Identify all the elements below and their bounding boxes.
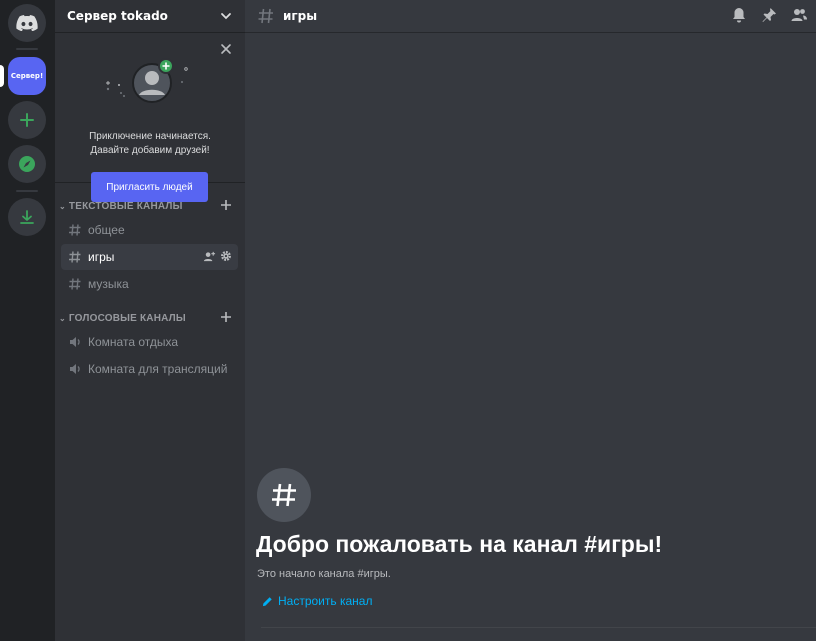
category-label: ТЕКСТОВЫЕ КАНАЛЫ bbox=[68, 200, 183, 212]
channel-name: Комната отдыха bbox=[88, 335, 178, 349]
plus-icon bbox=[20, 113, 34, 127]
edit-channel-label: Настроить канал bbox=[278, 594, 373, 608]
channel-item-general[interactable]: общее bbox=[61, 217, 238, 243]
message-divider bbox=[261, 627, 816, 628]
welcome-hash-badge bbox=[257, 468, 311, 522]
invite-message: Приключение начинается. Давайте добавим … bbox=[55, 130, 245, 158]
voice-channel-streams[interactable]: Комната для трансляций bbox=[61, 356, 238, 382]
server-icon-tokado[interactable]: Сервер! bbox=[8, 57, 46, 95]
rail-separator bbox=[16, 48, 38, 50]
server-rail: Сервер! bbox=[0, 0, 55, 641]
hash-icon bbox=[69, 278, 81, 290]
channel-item-games[interactable]: игры bbox=[61, 244, 238, 270]
hash-icon bbox=[258, 8, 273, 24]
compass-icon bbox=[19, 156, 35, 172]
channel-name: музыка bbox=[88, 277, 129, 291]
chevron-down-icon bbox=[221, 13, 231, 20]
server-short-name: Сервер! bbox=[10, 72, 44, 80]
hash-icon bbox=[69, 224, 81, 236]
channel-name: Комната для трансляций bbox=[88, 362, 228, 376]
download-apps-button[interactable] bbox=[8, 198, 46, 236]
hash-icon bbox=[272, 483, 296, 507]
chevron-down-icon: ⌄ bbox=[59, 201, 66, 211]
channel-sidebar: Сервер tokado Приключение начинается. Да… bbox=[55, 0, 245, 641]
voice-channel-lounge[interactable]: Комната отдыха bbox=[61, 329, 238, 355]
channel-name: общее bbox=[88, 223, 125, 237]
channel-title: игры bbox=[283, 9, 318, 23]
invite-user-icon[interactable] bbox=[203, 250, 216, 263]
server-name: Сервер tokado bbox=[67, 9, 168, 23]
bell-icon[interactable] bbox=[730, 6, 748, 24]
active-server-indicator bbox=[0, 65, 4, 87]
channel-tools bbox=[203, 250, 232, 263]
gear-icon[interactable] bbox=[220, 250, 232, 262]
speaker-icon bbox=[70, 364, 80, 374]
add-server-button[interactable] bbox=[8, 101, 46, 139]
header-toolbar bbox=[730, 6, 808, 24]
channel-name: игры bbox=[88, 250, 115, 264]
create-channel-plus-icon[interactable] bbox=[219, 198, 233, 212]
pencil-icon bbox=[262, 596, 272, 606]
invite-panel: Приключение начинается. Давайте добавим … bbox=[55, 33, 245, 202]
hash-icon bbox=[69, 251, 81, 263]
chevron-down-icon: ⌄ bbox=[59, 313, 66, 323]
discord-logo-icon bbox=[16, 15, 38, 31]
member-list-icon[interactable] bbox=[790, 6, 808, 24]
invite-line-1: Приключение начинается. bbox=[89, 131, 211, 142]
server-header[interactable]: Сервер tokado bbox=[55, 0, 245, 33]
category-voice-channels[interactable]: ⌄ ГОЛОСОВЫЕ КАНАЛЫ bbox=[55, 310, 245, 326]
home-button[interactable] bbox=[8, 4, 46, 42]
chat-area: игры Добро пожаловать на канал #игры! Эт… bbox=[245, 0, 816, 641]
edit-channel-link[interactable]: Настроить канал bbox=[262, 594, 372, 608]
channel-header: игры bbox=[245, 0, 816, 33]
explore-servers-button[interactable] bbox=[8, 145, 46, 183]
category-text-channels[interactable]: ⌄ ТЕКСТОВЫЕ КАНАЛЫ bbox=[55, 198, 245, 214]
welcome-subtitle: Это начало канала #игры. bbox=[257, 568, 391, 580]
speaker-icon bbox=[70, 337, 80, 347]
create-channel-plus-icon[interactable] bbox=[219, 310, 233, 324]
download-icon bbox=[20, 210, 34, 224]
invite-illustration-icon bbox=[106, 58, 188, 103]
welcome-title: Добро пожаловать на канал #игры! bbox=[256, 531, 663, 557]
rail-separator bbox=[16, 190, 38, 192]
close-icon[interactable] bbox=[219, 42, 233, 56]
channel-item-music[interactable]: музыка bbox=[61, 271, 238, 297]
category-label: ГОЛОСОВЫЕ КАНАЛЫ bbox=[68, 312, 186, 324]
pin-icon[interactable] bbox=[760, 6, 778, 24]
invite-line-2: Давайте добавим друзей! bbox=[90, 145, 210, 156]
